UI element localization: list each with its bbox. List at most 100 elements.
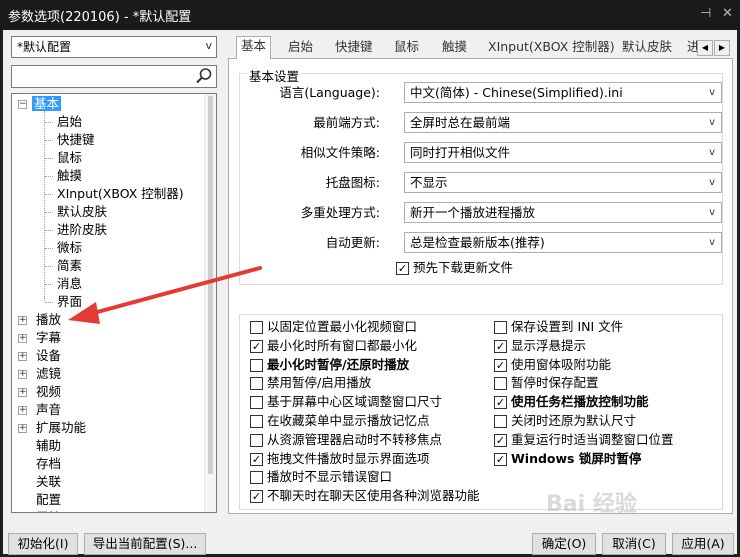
preset-select[interactable]: *默认配置 v xyxy=(11,36,217,58)
setting-select[interactable]: 全屏时总在最前端 v xyxy=(404,112,722,133)
expand-toggle-icon[interactable]: + xyxy=(18,352,27,361)
option-checkbox[interactable]: 在收藏菜单中显示播放记忆点 xyxy=(250,413,430,430)
checkbox-box[interactable]: ✓ xyxy=(250,339,263,353)
tab-scroll-left-icon[interactable]: ◀ xyxy=(697,40,713,56)
checkbox-box[interactable]: ✓ xyxy=(250,452,263,466)
option-checkbox[interactable]: 保存设置到 INI 文件 xyxy=(494,319,623,336)
setting-select[interactable]: 总是检查最新版本(推荐) v xyxy=(404,232,722,253)
option-checkbox[interactable]: 以固定位置最小化视频窗口 xyxy=(250,319,417,336)
tree-item[interactable]: 消息 xyxy=(57,275,82,293)
tree-item[interactable]: 辅助 xyxy=(36,437,61,455)
chevron-down-icon: v xyxy=(709,87,715,98)
tree-item[interactable]: 存档 xyxy=(36,455,61,473)
tree-item[interactable]: 扩展功能 xyxy=(36,419,86,437)
expand-toggle-icon[interactable]: + xyxy=(18,316,27,325)
tree-item-basic[interactable]: 基本 xyxy=(32,95,62,113)
option-checkbox[interactable]: ✓ Windows 锁屏时暂停 xyxy=(494,451,641,468)
tree-item[interactable]: 配置 xyxy=(36,491,61,509)
expand-toggle-icon[interactable]: + xyxy=(18,388,27,397)
option-checkbox[interactable]: ✓ 不聊天时在聊天区使用各种浏览器功能 xyxy=(250,488,480,505)
tree-item[interactable]: 字幕 xyxy=(36,329,61,347)
checkbox-label: Windows 锁屏时暂停 xyxy=(511,450,642,466)
tab-item[interactable]: 触摸 xyxy=(438,38,471,58)
option-checkbox[interactable]: 播放时不显示错误窗口 xyxy=(250,469,392,486)
checkbox-box[interactable] xyxy=(494,377,507,391)
option-checkbox[interactable]: ✓ 最小化时所有窗口都最小化 xyxy=(250,338,417,355)
category-tree[interactable]: − 基本 启始 快捷键 鼠标 触摸 XInput(XBOX 控制器) 默认皮肤 进阶皮肤 微标 简素… xyxy=(11,93,217,513)
tab-item[interactable]: 启始 xyxy=(284,38,317,58)
tab-scroll-right-icon[interactable]: ▶ xyxy=(714,40,730,56)
option-checkbox[interactable]: 禁用暂停/启用播放 xyxy=(250,375,371,392)
tree-scrollbar[interactable] xyxy=(204,94,216,512)
checkbox-box[interactable] xyxy=(250,396,263,410)
tab-item[interactable]: XInput(XBOX 控制器) xyxy=(484,38,619,58)
setting-select[interactable]: 新开一个播放进程播放 v xyxy=(404,202,722,223)
close-icon[interactable]: ✕ xyxy=(722,6,733,21)
setting-select[interactable]: 同时打开相似文件 v xyxy=(404,142,722,163)
expand-toggle-icon[interactable]: + xyxy=(18,406,27,415)
option-checkbox[interactable]: 关闭时还原为默认尺寸 xyxy=(494,413,636,430)
tree-item[interactable]: 播放 xyxy=(36,311,61,329)
tree-item[interactable]: 进阶皮肤 xyxy=(57,221,107,239)
checkbox-box[interactable] xyxy=(250,358,263,372)
tree-item[interactable]: 鼠标 xyxy=(57,149,82,167)
expand-toggle-icon[interactable]: + xyxy=(18,424,27,433)
ok-button[interactable]: 确定(O) xyxy=(532,533,596,555)
setting-select[interactable]: 中文(简体) - Chinese(Simplified).ini v xyxy=(404,82,722,103)
checkbox-box[interactable] xyxy=(250,415,263,428)
tree-item[interactable]: 界面 xyxy=(57,293,82,311)
checkbox-box[interactable]: ✓ xyxy=(396,262,409,275)
tree-item[interactable]: 启始 xyxy=(57,113,82,131)
tree-item[interactable]: 设备 xyxy=(36,347,61,365)
apply-button[interactable]: 应用(A) xyxy=(672,533,734,555)
option-checkbox[interactable]: 从资源管理器启动时不转移焦点 xyxy=(250,432,442,449)
init-button[interactable]: 初始化(I) xyxy=(8,533,78,555)
option-checkbox[interactable]: ✓ 使用窗体吸附功能 xyxy=(494,357,611,374)
option-checkbox[interactable]: 暂停时保存配置 xyxy=(494,375,599,392)
checkbox-box[interactable] xyxy=(494,321,507,334)
tab-item[interactable]: 鼠标 xyxy=(390,38,423,58)
checkbox-box[interactable]: ✓ xyxy=(250,490,263,504)
tab-item[interactable]: 快捷键 xyxy=(331,38,377,58)
tree-item[interactable]: 声音 xyxy=(36,401,61,419)
tree-item[interactable]: 属性 xyxy=(36,509,61,512)
tree-item[interactable]: 滤镜 xyxy=(36,365,61,383)
tree-item[interactable]: 快捷键 xyxy=(57,131,95,149)
tree-item[interactable]: 关联 xyxy=(36,473,61,491)
tree-item[interactable]: 触摸 xyxy=(57,167,82,185)
checkbox-box[interactable] xyxy=(250,377,263,391)
predownload-checkbox[interactable]: ✓ 预先下载更新文件 xyxy=(396,260,513,277)
option-checkbox[interactable]: ✓ 使用任务栏播放控制功能 xyxy=(494,394,649,411)
export-config-button[interactable]: 导出当前配置(S)... xyxy=(84,533,206,555)
tree-item[interactable]: 微标 xyxy=(57,239,82,257)
setting-select[interactable]: 不显示 v xyxy=(404,172,722,193)
tree-scroll-thumb[interactable] xyxy=(208,96,213,474)
checkbox-box[interactable] xyxy=(250,321,263,334)
collapse-toggle-icon[interactable]: − xyxy=(18,100,27,109)
option-checkbox[interactable]: ✓ 拖拽文件播放时显示界面选项 xyxy=(250,451,430,468)
checkbox-box[interactable]: ✓ xyxy=(494,396,507,410)
pin-icon[interactable]: ⊣ xyxy=(700,6,711,21)
expand-toggle-icon[interactable]: + xyxy=(18,334,27,343)
tree-item[interactable]: 默认皮肤 xyxy=(57,203,107,221)
search-icon[interactable] xyxy=(195,67,213,85)
checkbox-box[interactable]: ✓ xyxy=(494,358,507,372)
option-checkbox[interactable]: 基于屏幕中心区域调整窗口尺寸 xyxy=(250,394,442,411)
checkbox-box[interactable] xyxy=(250,433,263,447)
search-input[interactable] xyxy=(11,65,217,88)
checkbox-box[interactable]: ✓ xyxy=(494,433,507,447)
option-checkbox[interactable]: ✓ 显示浮悬提示 xyxy=(494,338,586,355)
expand-toggle-icon[interactable]: + xyxy=(18,370,27,379)
tab-item[interactable]: 默认皮肤 xyxy=(618,38,676,58)
tab-basic[interactable]: 基本 xyxy=(236,36,272,59)
tree-item[interactable]: 简素 xyxy=(57,257,82,275)
checkbox-box[interactable]: ✓ xyxy=(494,452,507,466)
option-checkbox[interactable]: 最小化时暂停/还原时播放 xyxy=(250,357,409,374)
cancel-button[interactable]: 取消(C) xyxy=(602,533,666,555)
tree-item[interactable]: 视频 xyxy=(36,383,61,401)
checkbox-box[interactable] xyxy=(494,415,507,428)
checkbox-box[interactable]: ✓ xyxy=(494,339,507,353)
tree-item[interactable]: XInput(XBOX 控制器) xyxy=(57,185,184,203)
option-checkbox[interactable]: ✓ 重复运行时适当调整窗口位置 xyxy=(494,432,674,449)
checkbox-box[interactable] xyxy=(250,471,263,485)
